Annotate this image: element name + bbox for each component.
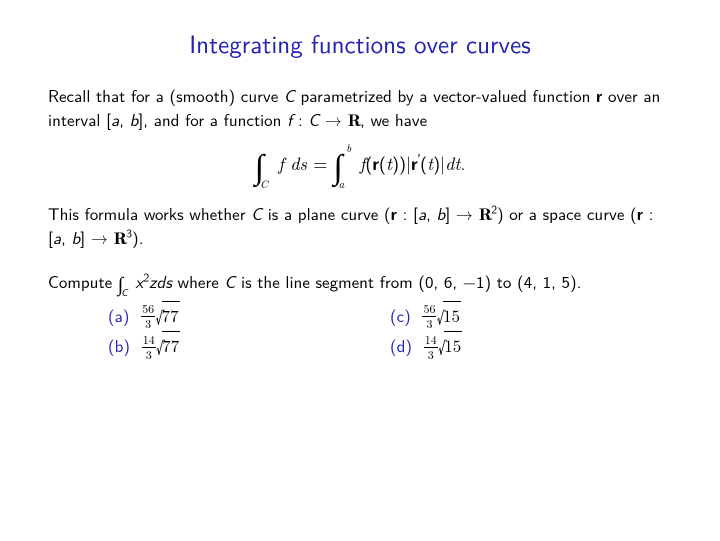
var-z: z	[149, 269, 156, 294]
paren-bar: )|	[433, 149, 445, 176]
fraction: 563	[141, 303, 155, 330]
var-x: x	[135, 269, 143, 294]
paragraph-formula-note: This formula works whether C is a plane …	[48, 202, 672, 250]
period: .	[460, 149, 465, 176]
text: ,	[426, 201, 436, 226]
choice-label: (a)	[108, 303, 129, 328]
paragraph-problem: Compute ∫C x2zds where C is the line seg…	[48, 266, 672, 294]
paragraph-recall: Recall that for a (smooth) curve C param…	[48, 85, 672, 132]
blackboard-R: R	[479, 202, 492, 225]
integral-sub: a	[339, 177, 345, 192]
text: is the line segment from (0, 6, −1) to (…	[235, 269, 581, 294]
sqrt: √15	[438, 333, 465, 357]
var-b: b	[437, 201, 446, 226]
radicand: 15	[444, 331, 462, 357]
var-dt: dt	[445, 151, 460, 176]
sqrt: √77	[156, 333, 183, 357]
var-ds: ds	[157, 269, 172, 294]
var-a: a	[111, 107, 119, 132]
radicand: 77	[162, 331, 180, 357]
text: This formula works whether	[48, 201, 251, 226]
text: : [	[397, 201, 418, 226]
var-r: r	[411, 151, 418, 176]
choice-c: (c) 563√15	[390, 302, 672, 333]
integral-sup: b	[346, 141, 351, 156]
fraction: 563	[422, 303, 436, 330]
text: Compute	[48, 269, 118, 294]
integral-sub: C	[121, 285, 127, 300]
var-C: C	[251, 201, 262, 226]
sqrt: √77	[155, 303, 182, 327]
integral-sub: C	[260, 177, 268, 192]
var-a: a	[418, 201, 426, 226]
denominator: 3	[141, 317, 155, 330]
arrow: →	[319, 107, 347, 132]
text: ds	[284, 151, 313, 176]
var-a: a	[53, 225, 61, 250]
text: , we have	[360, 107, 427, 132]
text: Recall that for a (smooth) curve	[48, 83, 284, 108]
var-C: C	[225, 269, 236, 294]
text: parametrized by a vector-valued function	[295, 83, 596, 108]
denominator: 3	[424, 348, 438, 361]
blackboard-R: R	[114, 226, 127, 249]
equals: =	[313, 149, 333, 176]
var-C: C	[284, 83, 295, 108]
paren: (	[379, 149, 386, 176]
text: ) or a space curve (	[497, 201, 637, 226]
choice-row: (a) 563√77 (c) 563√15	[108, 302, 672, 333]
text: :	[292, 107, 308, 132]
var-b: b	[72, 225, 81, 250]
text: is a plane curve (	[262, 201, 391, 226]
denominator: 3	[142, 348, 156, 361]
text: ,	[119, 107, 129, 132]
choice-d: (d) 143√15	[390, 332, 672, 363]
radicand: 15	[443, 301, 461, 327]
display-equation: ∫C f ds = ∫ab f(r(t))|r′(t)|dt.	[48, 142, 672, 190]
text: where	[172, 269, 225, 294]
denominator: 3	[422, 317, 436, 330]
text: ], and for a function	[138, 107, 287, 132]
text: ] →	[80, 225, 113, 250]
sqrt: √15	[436, 303, 463, 327]
paren-bar: ))|	[392, 149, 411, 176]
choice-b: (b) 143√77	[108, 332, 390, 363]
choice-label: (b)	[108, 333, 130, 358]
slide-title: Integrating functions over curves	[48, 24, 672, 61]
radicand: 77	[162, 301, 180, 327]
text: ).	[132, 225, 143, 250]
text: ] →	[445, 201, 478, 226]
var-C: C	[308, 107, 319, 132]
text: ,	[61, 225, 71, 250]
choice-label: (d)	[390, 333, 412, 358]
fraction: 143	[424, 334, 438, 361]
choice-row: (b) 143√77 (d) 143√15	[108, 332, 672, 363]
blackboard-R: R	[348, 108, 361, 131]
fraction: 143	[142, 334, 156, 361]
answer-choices: (a) 563√77 (c) 563√15 (b) 143√77 (d) 143…	[48, 302, 672, 363]
choice-a: (a) 563√77	[108, 302, 390, 333]
slide: Integrating functions over curves Recall…	[0, 0, 720, 363]
choice-label: (c)	[390, 303, 411, 328]
